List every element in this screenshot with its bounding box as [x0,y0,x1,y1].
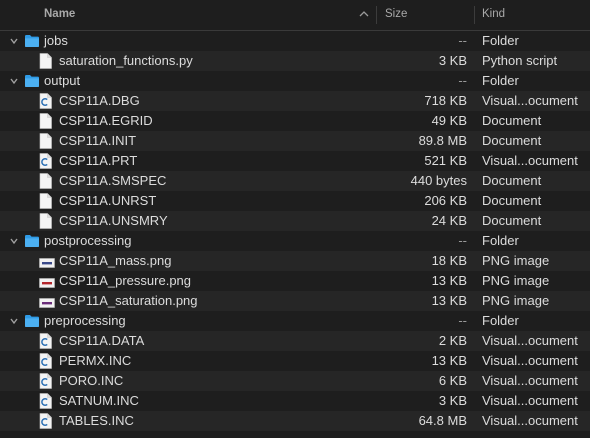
file-row[interactable]: CSP11A.SMSPEC 440 bytes Document [0,171,590,191]
file-size: 49 KB [431,113,467,128]
file-kind: Folder [482,33,519,48]
file-kind: Visual...ocument [482,93,578,108]
code-document-icon [39,413,52,435]
size-column-header[interactable]: Size [385,0,407,30]
file-size: -- [458,233,467,248]
file-size: 18 KB [431,253,467,268]
kind-column-header[interactable]: Kind [482,0,505,30]
file-name: CSP11A.PRT [59,153,138,168]
file-row[interactable]: CSP11A.UNSMRY 24 KB Document [0,211,590,231]
file-kind: Visual...ocument [482,333,578,348]
file-kind: Document [482,113,542,128]
file-kind: Document [482,193,542,208]
disclosure-chevron-icon[interactable] [9,316,19,326]
column-separator[interactable] [376,6,377,24]
file-size: 13 KB [431,353,467,368]
file-kind: Folder [482,73,519,88]
file-size: 24 KB [431,213,467,228]
file-size: 440 bytes [410,173,467,188]
file-kind: Folder [482,233,519,248]
file-size: 2 KB [438,333,467,348]
file-size: 521 KB [424,153,467,168]
file-size: 64.8 MB [418,413,467,428]
file-kind: PNG image [482,273,550,288]
file-name: preprocessing [44,313,126,328]
file-name: CSP11A.INIT [59,133,137,148]
file-name: postprocessing [44,233,132,248]
file-size: 718 KB [424,93,467,108]
file-kind: Visual...ocument [482,393,578,408]
file-size: -- [458,73,467,88]
file-kind: Document [482,173,542,188]
file-kind: Visual...ocument [482,153,578,168]
file-name: SATNUM.INC [59,393,139,408]
column-header-bar: Name Size Kind [0,0,590,31]
file-size: 13 KB [431,293,467,308]
file-list: jobs -- Folder saturation_functions.py 3 KB P… [0,31,590,431]
folder-row[interactable]: preprocessing -- Folder [0,311,590,331]
file-name: PERMX.INC [59,353,132,368]
file-kind: Visual...ocument [482,353,578,368]
file-name: CSP11A.UNSMRY [59,213,168,228]
file-size: -- [458,33,467,48]
file-row[interactable]: CSP11A_pressure.png 13 KB PNG image [0,271,590,291]
file-name: CSP11A_pressure.png [59,273,192,288]
file-kind: Python script [482,53,558,68]
column-separator[interactable] [474,6,475,24]
file-name: CSP11A.DBG [59,93,140,108]
file-kind: PNG image [482,293,550,308]
file-size: 13 KB [431,273,467,288]
disclosure-chevron-icon[interactable] [9,36,19,46]
name-column-header[interactable]: Name [44,0,75,30]
file-row[interactable]: CSP11A.UNRST 206 KB Document [0,191,590,211]
file-row[interactable]: CSP11A_saturation.png 13 KB PNG image [0,291,590,311]
file-size: -- [458,313,467,328]
file-row[interactable]: CSP11A.PRT 521 KB Visual...ocument [0,151,590,171]
file-name: CSP11A.SMSPEC [59,173,167,188]
file-name: CSP11A.DATA [59,333,145,348]
file-kind: PNG image [482,253,550,268]
file-name: saturation_functions.py [59,53,193,68]
file-row[interactable]: TABLES.INC 64.8 MB Visual...ocument [0,411,590,431]
file-row[interactable]: CSP11A.INIT 89.8 MB Document [0,131,590,151]
file-kind: Folder [482,313,519,328]
folder-row[interactable]: output -- Folder [0,71,590,91]
file-name: PORO.INC [59,373,124,388]
file-kind: Visual...ocument [482,373,578,388]
sort-ascending-icon[interactable] [359,9,369,19]
file-size: 3 KB [438,393,467,408]
folder-row[interactable]: jobs -- Folder [0,31,590,51]
file-row[interactable]: CSP11A.DBG 718 KB Visual...ocument [0,91,590,111]
file-kind: Document [482,133,542,148]
file-row[interactable]: saturation_functions.py 3 KB Python script [0,51,590,71]
file-name: CSP11A.UNRST [59,193,157,208]
file-name: jobs [44,33,68,48]
disclosure-chevron-icon[interactable] [9,76,19,86]
file-size: 206 KB [424,193,467,208]
file-row[interactable]: CSP11A.EGRID 49 KB Document [0,111,590,131]
file-row[interactable]: CSP11A_mass.png 18 KB PNG image [0,251,590,271]
file-kind: Document [482,213,542,228]
file-name: CSP11A_mass.png [59,253,172,268]
file-name: TABLES.INC [59,413,134,428]
file-row[interactable]: CSP11A.DATA 2 KB Visual...ocument [0,331,590,351]
file-name: output [44,73,81,88]
file-size: 6 KB [438,373,467,388]
file-row[interactable]: SATNUM.INC 3 KB Visual...ocument [0,391,590,411]
file-name: CSP11A.EGRID [59,113,153,128]
file-name: CSP11A_saturation.png [59,293,198,308]
file-size: 3 KB [438,53,467,68]
file-size: 89.8 MB [418,133,467,148]
file-row[interactable]: PERMX.INC 13 KB Visual...ocument [0,351,590,371]
folder-row[interactable]: postprocessing -- Folder [0,231,590,251]
disclosure-chevron-icon[interactable] [9,236,19,246]
file-kind: Visual...ocument [482,413,578,428]
file-row[interactable]: PORO.INC 6 KB Visual...ocument [0,371,590,391]
